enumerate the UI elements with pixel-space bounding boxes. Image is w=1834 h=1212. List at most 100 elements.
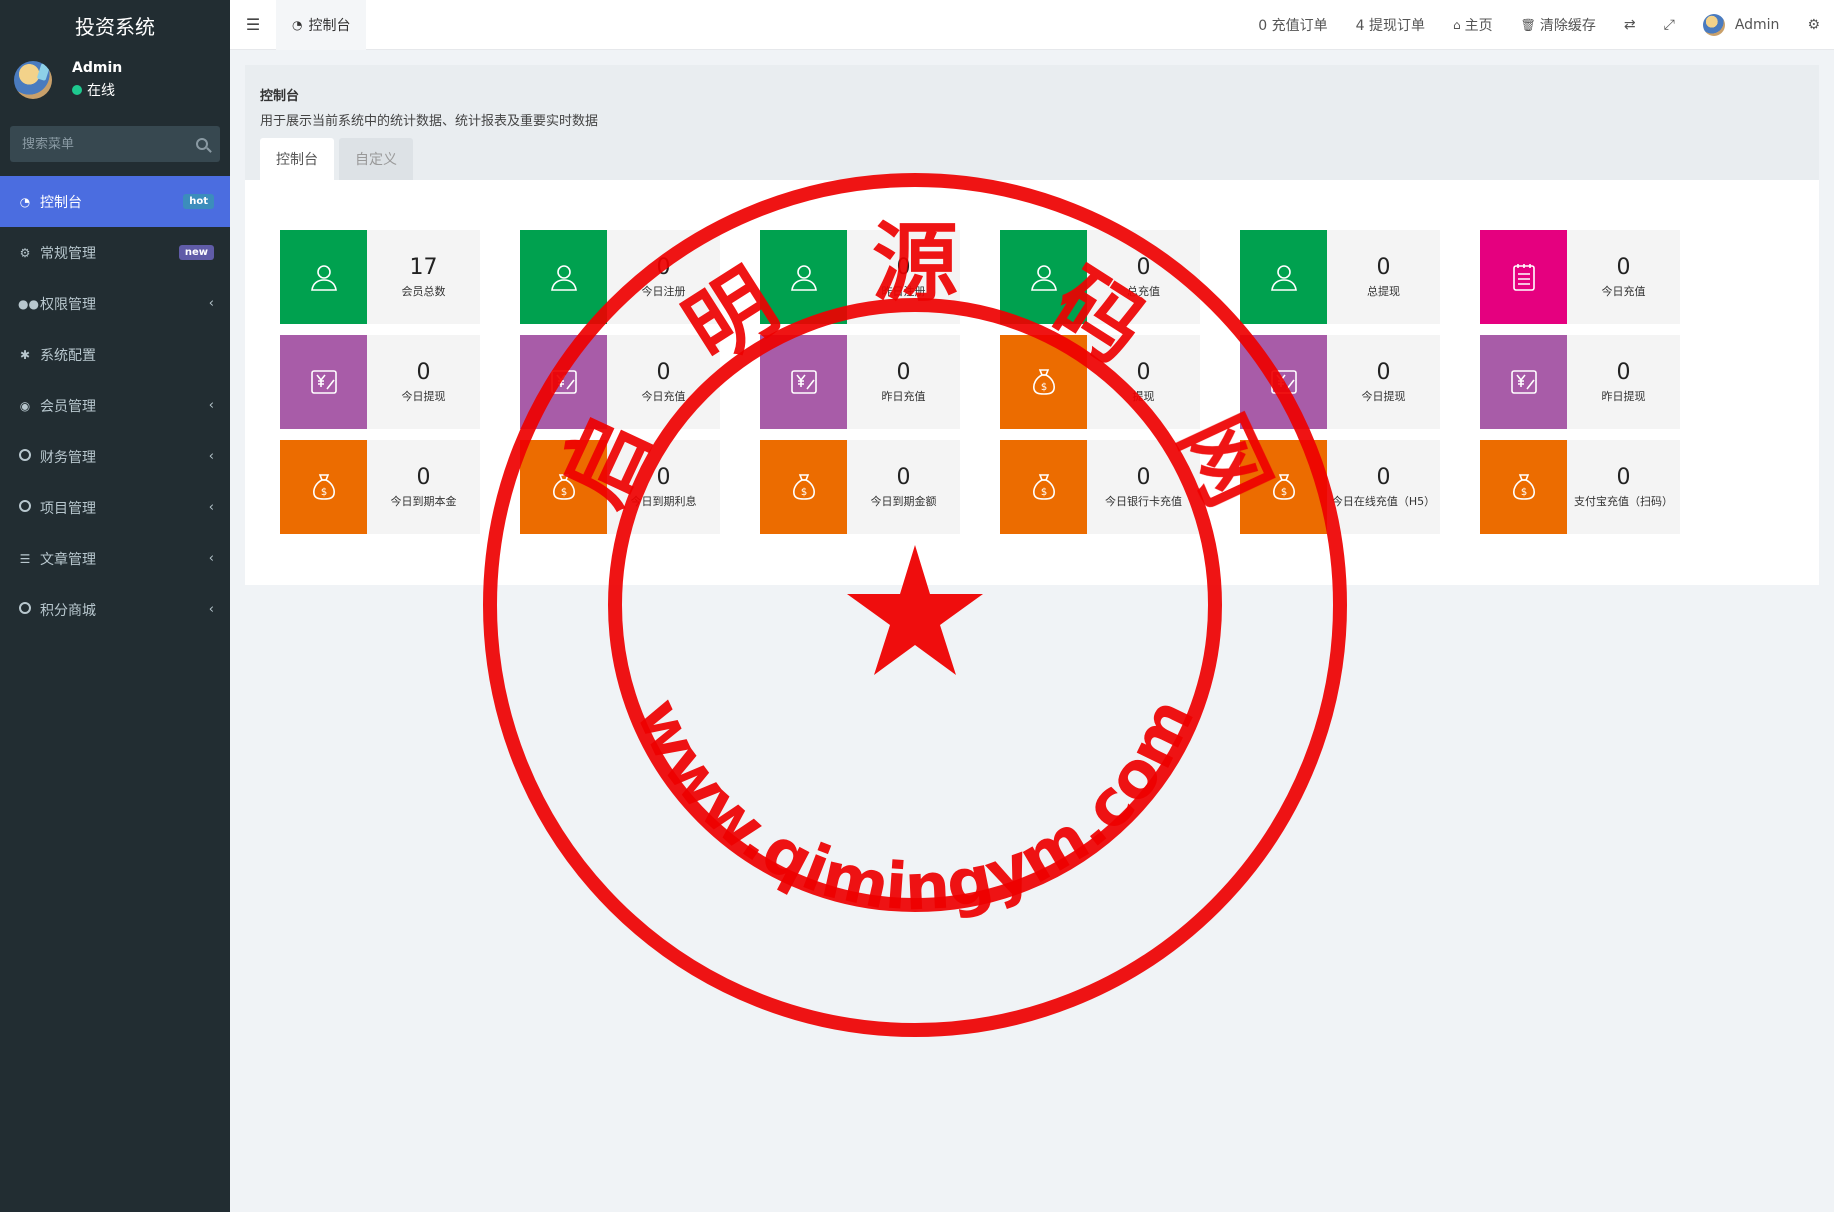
- stat-value: 0: [656, 360, 671, 385]
- sidebar-item-members[interactable]: ◉ 会员管理 ‹: [0, 380, 230, 431]
- stat-label: 昨日充值: [881, 390, 926, 403]
- avatar: [14, 61, 52, 99]
- stat-value: 0: [1136, 465, 1151, 490]
- stat-card: $0 今日到期本金: [280, 440, 480, 534]
- stat-card: 0 总充值: [1000, 230, 1200, 324]
- money-bag-icon: $: [520, 440, 607, 534]
- chevron-left-icon: ‹: [208, 449, 214, 464]
- stat-value: 0: [1376, 465, 1391, 490]
- stat-value: 0: [1616, 465, 1631, 490]
- user-icon: [280, 230, 367, 324]
- chevron-left-icon: ‹: [208, 500, 214, 515]
- sidebar-item-system-config[interactable]: ✱ 系统配置: [0, 329, 230, 380]
- stat-card: 0 昨日提现: [1480, 335, 1680, 429]
- watermark-url: www.qimingym.com: [621, 687, 1209, 925]
- stats-panel: 17 会员总数 0 今日注册 0 昨日注册 0 总充值 0 总提现 0 今日充值 0 今日提现 0 今日充值 0…: [245, 180, 1819, 585]
- chevron-left-icon: ‹: [208, 398, 214, 413]
- online-dot-icon: [72, 85, 82, 95]
- sidebar-item-dashboard[interactable]: ◔ 控制台 hot: [0, 176, 230, 227]
- page-description: 用于展示当前系统中的统计数据、统计报表及重要实时数据: [260, 114, 599, 129]
- stat-card: 0 昨日注册: [760, 230, 960, 324]
- user-icon: [1000, 230, 1087, 324]
- yen-icon: [760, 335, 847, 429]
- stat-card: $0 今日在线充值（H5）: [1240, 440, 1440, 534]
- sidebar-item-label: 积分商城: [40, 602, 96, 619]
- app-logo[interactable]: 投资系统: [0, 0, 230, 50]
- home-link[interactable]: ⌂ 主页: [1439, 0, 1507, 50]
- content-header: 控制台 用于展示当前系统中的统计数据、统计报表及重要实时数据 控制台 自定义: [245, 65, 1819, 180]
- stat-value: 0: [1136, 255, 1151, 280]
- stat-value: 0: [416, 360, 431, 385]
- svg-text:$: $: [320, 487, 326, 498]
- circle-icon: [19, 602, 31, 614]
- home-label: 主页: [1464, 17, 1493, 34]
- user-name: Admin: [72, 60, 123, 76]
- trash-icon: 🗑: [1520, 17, 1536, 32]
- svg-text:$: $: [1040, 382, 1046, 393]
- stat-card: 0 总提现: [1240, 230, 1440, 324]
- withdraw-orders-link[interactable]: 4 提现订单: [1342, 0, 1439, 50]
- stat-info: 0 今日到期利息: [607, 440, 720, 534]
- stat-card: 0 今日提现: [280, 335, 480, 429]
- stat-info: 0 支付宝充值（扫码）: [1567, 440, 1680, 534]
- tab-custom[interactable]: 自定义: [339, 138, 413, 180]
- stat-label: 今日到期金额: [870, 495, 937, 508]
- dashboard-icon: ◔: [19, 194, 31, 209]
- menu-search-input[interactable]: [22, 136, 196, 152]
- sidebar-item-points-mall[interactable]: 积分商城 ‹: [0, 584, 230, 635]
- svg-text:$: $: [800, 487, 806, 498]
- yen-icon: [1480, 335, 1567, 429]
- stat-info: 0 昨日注册: [847, 230, 960, 324]
- stat-info: 0 今日银行卡充值: [1087, 440, 1200, 534]
- users-icon: ●●: [18, 296, 39, 311]
- top-header: ☰ ◔ 控制台 0 充值订单 4 提现订单 ⌂ 主页 🗑 清除缓存 ⇄ ⤢ Ad…: [230, 0, 1834, 50]
- svg-text:$: $: [1520, 487, 1526, 498]
- sidebar-item-general[interactable]: ⚙ 常规管理 new: [0, 227, 230, 278]
- tab-label: 控制台: [308, 17, 351, 34]
- stat-value: 0: [1376, 255, 1391, 280]
- chevron-left-icon: ‹: [208, 551, 214, 566]
- fullscreen-icon[interactable]: ⤢: [1650, 0, 1689, 50]
- user-icon: [760, 230, 847, 324]
- stat-value: 0: [1616, 360, 1631, 385]
- stat-value: 0: [896, 360, 911, 385]
- svg-text:$: $: [560, 487, 566, 498]
- chevron-left-icon: ‹: [208, 602, 214, 617]
- stat-label: 今日提现: [401, 390, 446, 403]
- stat-info: 17 会员总数: [367, 230, 480, 324]
- user-icon: [520, 230, 607, 324]
- user-menu[interactable]: Admin: [1689, 0, 1794, 50]
- money-bag-icon: $: [280, 440, 367, 534]
- money-bag-icon: $: [760, 440, 847, 534]
- stat-value: 17: [409, 255, 438, 280]
- settings-icon[interactable]: ⚙: [1793, 0, 1834, 50]
- tab-dashboard[interactable]: 控制台: [260, 138, 334, 180]
- menu-toggle-icon[interactable]: ☰: [230, 0, 276, 50]
- search-icon[interactable]: [196, 138, 208, 150]
- clear-cache-button[interactable]: 🗑 清除缓存: [1507, 0, 1610, 50]
- sidebar-item-articles[interactable]: ☰ 文章管理 ‹: [0, 533, 230, 584]
- notepad-icon: [1480, 230, 1567, 324]
- money-bag-icon: $: [1480, 440, 1567, 534]
- clear-cache-label: 清除缓存: [1539, 17, 1596, 34]
- sidebar-item-label: 会员管理: [40, 398, 96, 415]
- tab-dashboard[interactable]: ◔ 控制台: [276, 0, 367, 50]
- stat-value: 0: [656, 255, 671, 280]
- sidebar-item-finance[interactable]: 财务管理 ‹: [0, 431, 230, 482]
- recharge-orders-link[interactable]: 0 充值订单: [1244, 0, 1341, 50]
- yen-icon: [280, 335, 367, 429]
- stat-info: 0 今日到期本金: [367, 440, 480, 534]
- stat-info: 0 总提现: [1327, 230, 1440, 324]
- stat-value: 0: [416, 465, 431, 490]
- sidebar-item-permissions[interactable]: ●● 权限管理 ‹: [0, 278, 230, 329]
- language-toggle-icon[interactable]: ⇄: [1610, 0, 1650, 50]
- svg-text:$: $: [1040, 487, 1046, 498]
- user-icon: [1240, 230, 1327, 324]
- stat-label: 今日到期利息: [630, 495, 697, 508]
- stat-label: 今日到期本金: [390, 495, 457, 508]
- yen-icon: [520, 335, 607, 429]
- money-bag-icon: $: [1000, 440, 1087, 534]
- sidebar-item-label: 文章管理: [40, 551, 96, 568]
- chevron-left-icon: ‹: [208, 296, 214, 311]
- sidebar-item-projects[interactable]: 项目管理 ‹: [0, 482, 230, 533]
